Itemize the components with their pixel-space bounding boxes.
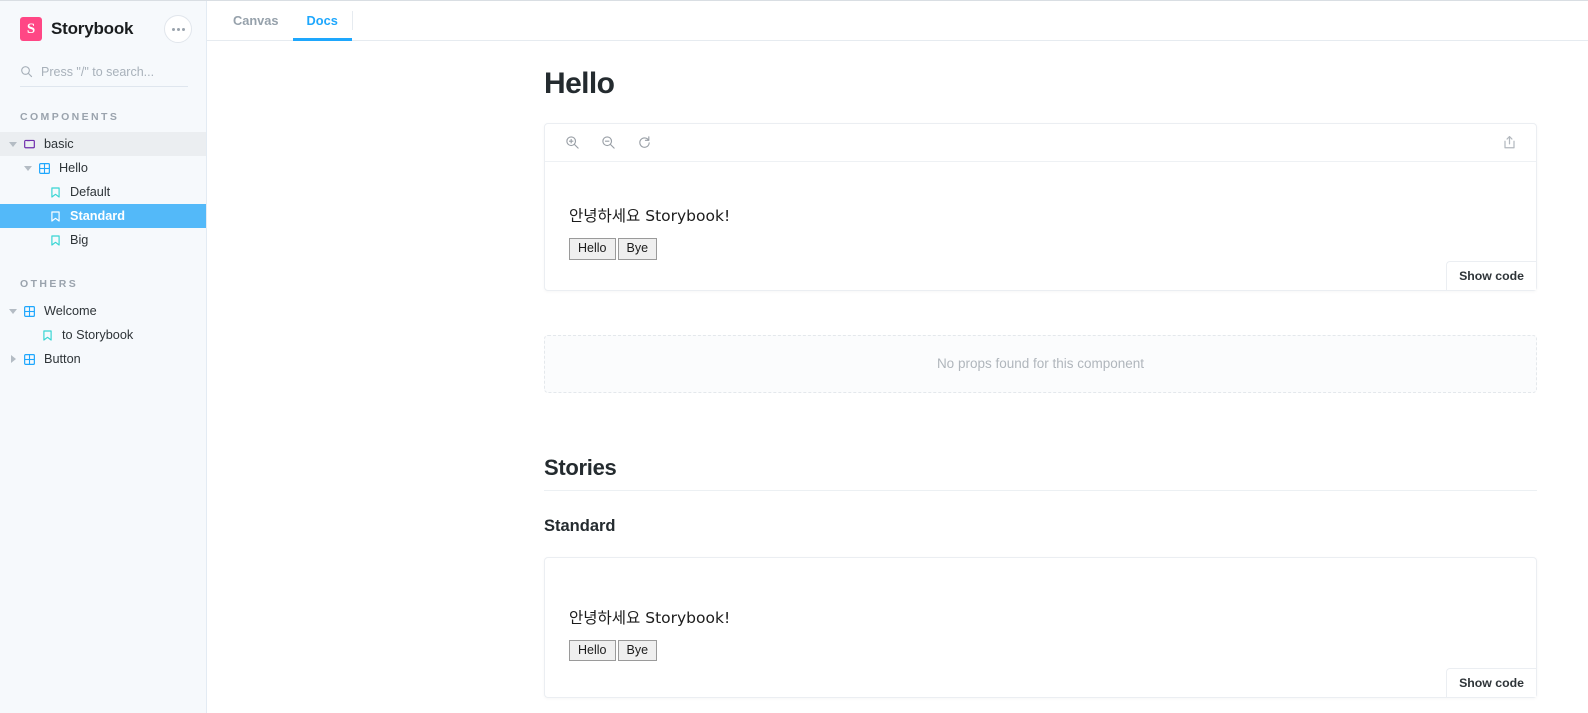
storybook-logo-icon[interactable]: S [20,17,42,41]
sidebar-item-label: Hello [59,161,88,175]
share-icon[interactable] [1498,132,1520,154]
chevron-down-icon[interactable] [22,162,34,174]
tree-section-header-others: OTHERS [20,278,79,290]
ellipsis-icon[interactable] [164,15,192,43]
sidebar-item-basic[interactable]: basic [0,132,206,156]
sidebar-item-welcome[interactable]: Welcome [0,299,206,323]
story-icon [47,210,63,222]
preview-toolbar [545,124,1536,162]
show-code-button[interactable]: Show code [1446,260,1536,290]
folder-icon [21,139,37,149]
page-title: Hello [544,67,615,100]
dot [181,27,185,31]
tree-section-header-components: COMPONENTS [20,111,120,123]
sidebar-item-label: to Storybook [62,328,134,342]
tab-bar: Canvas Docs [207,1,1588,41]
chevron-down-icon[interactable] [7,305,19,317]
search-row[interactable] [20,57,188,87]
story-bye-button[interactable]: Bye [617,238,658,260]
chevron-down-icon[interactable] [7,138,19,150]
zoom-reset-icon[interactable] [633,132,655,154]
search-icon [21,66,33,78]
story-icon [47,234,63,246]
sidebar-item-label: Default [70,185,111,199]
chevron-right-icon[interactable] [7,353,19,365]
sidebar-item-label: basic [44,137,74,151]
story-body-standard: 안녕하세요 Storybook! Hello Bye Show code [545,558,1536,698]
stories-heading: Stories [544,455,1537,491]
story-icon [47,186,63,198]
zoom-in-icon[interactable] [561,132,583,154]
sidebar-item-label: Standard [70,209,125,223]
story-button-group: Hello Bye [569,639,1512,662]
tab-divider [351,11,353,30]
story-greeting-text: 안녕하세요 Storybook! [569,608,731,627]
sidebar-item-button[interactable]: Button [0,347,206,371]
story-hello-button[interactable]: Hello [569,639,616,662]
sidebar-item-to-storybook[interactable]: to Storybook [0,323,206,347]
sidebar-item-label: Button [44,352,81,366]
docs-content: Hello 안녕하세요 Storybook! Hello Bye Show co… [207,41,1588,712]
props-empty-panel: No props found for this component [544,334,1537,393]
sidebar: S Storybook COMPONENTS [0,1,207,713]
logo-letter: S [26,20,36,37]
component-icon [36,162,52,174]
component-icon [21,305,37,317]
story-greeting-text: 안녕하세요 Storybook! [569,207,731,225]
main-panel: Canvas Docs Hello 안녕하세요 Storybook! Hello… [207,1,1588,713]
sidebar-item-big[interactable]: Big [0,228,206,252]
tab-docs[interactable]: Docs [292,1,353,41]
dot [176,27,180,31]
story-button-group: Hello Bye [569,238,1512,260]
storybook-app: S Storybook COMPONENTS [0,0,1588,713]
story-icon [39,329,55,341]
story-bye-button[interactable]: Bye [617,639,658,662]
sidebar-brand-row: S Storybook [0,1,206,57]
story-tree: COMPONENTS basic Hello Default Standard … [0,87,206,371]
sidebar-item-label: Welcome [44,304,97,318]
sidebar-item-hello[interactable]: Hello [0,156,206,180]
brand-title: Storybook [51,19,134,38]
sidebar-item-standard[interactable]: Standard [0,204,206,228]
story-hello-button[interactable]: Hello [569,238,616,260]
story-card-standard: 안녕하세요 Storybook! Hello Bye Show code [544,556,1537,699]
primary-story-body: 안녕하세요 Storybook! Hello Bye Show code [545,162,1536,290]
primary-preview-card: 안녕하세요 Storybook! Hello Bye Show code [544,123,1537,291]
sidebar-item-default[interactable]: Default [0,180,206,204]
zoom-out-icon[interactable] [597,132,619,154]
props-empty-message: No props found for this component [936,356,1145,372]
tab-canvas[interactable]: Canvas [219,1,293,40]
search-input[interactable] [41,64,188,79]
docs-inner: Hello 안녕하세요 Storybook! Hello Bye Show co… [544,41,1537,699]
sidebar-item-label: Big [70,233,89,247]
dot [171,27,175,31]
component-icon [21,353,37,365]
story-heading-standard: Standard [544,516,616,535]
show-code-button[interactable]: Show code [1446,668,1536,698]
